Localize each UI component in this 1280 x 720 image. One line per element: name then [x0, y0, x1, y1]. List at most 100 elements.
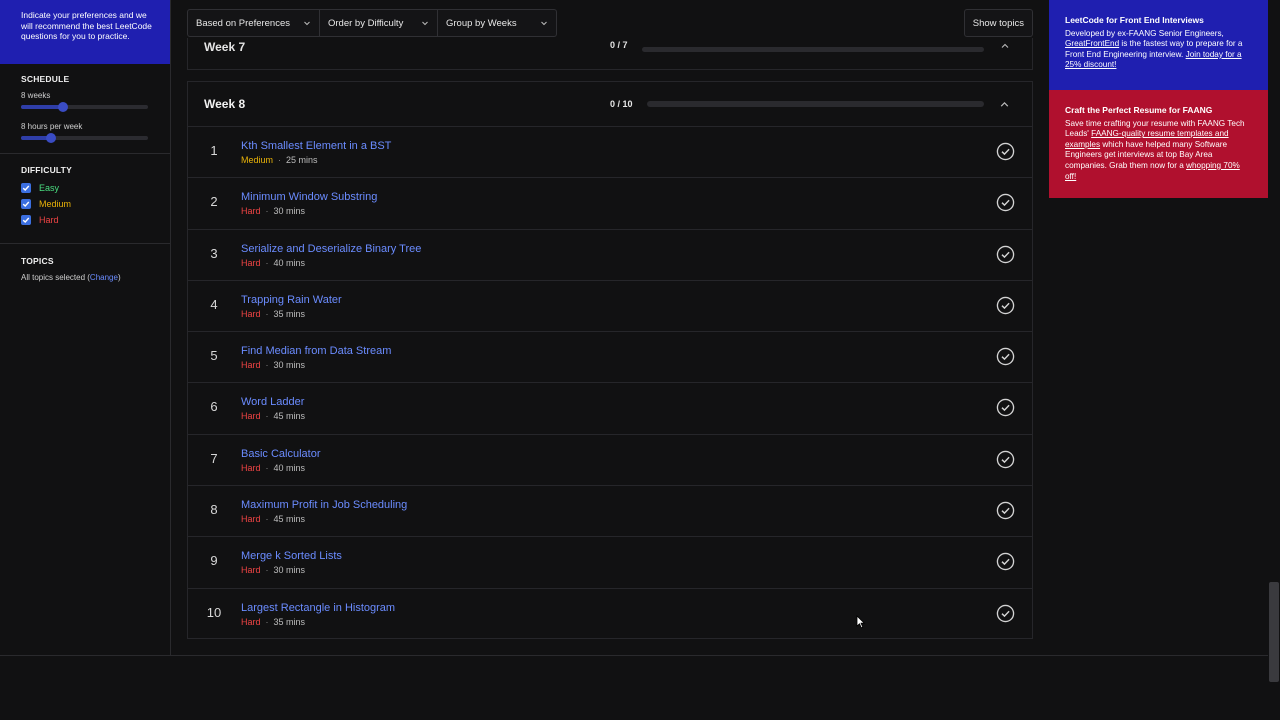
chevron-down-icon — [304, 21, 310, 26]
meta-separator: · — [265, 616, 269, 627]
weeks-label: 8 weeks — [21, 91, 51, 100]
order-select[interactable]: Order by Difficulty — [320, 9, 438, 37]
question-row: 4 Trapping Rain Water Hard · 35 mins — [188, 281, 1032, 333]
preferences-select[interactable]: Based on Preferences — [187, 9, 320, 37]
ad-resume-title: Craft the Perfect Resume for FAANG — [1065, 105, 1213, 115]
question-row: 9 Merge k Sorted Lists Hard · 30 mins — [188, 537, 1032, 589]
duration-label: 30 mins — [273, 206, 306, 217]
question-title-link[interactable]: Basic Calculator — [241, 448, 320, 460]
meta-separator: · — [265, 411, 269, 422]
ads-column: LeetCode for Front End Interviews Develo… — [1049, 0, 1269, 198]
check-circle-icon[interactable] — [996, 193, 1015, 212]
hard-checkbox[interactable] — [21, 214, 31, 225]
question-row: 1 Kth Smallest Element in a BST Medium · 25 … — [188, 127, 1032, 179]
question-list: 1 Kth Smallest Element in a BST Medium · 25 … — [188, 127, 1032, 640]
group-select-label: Group by Weeks — [446, 17, 517, 29]
ad-resume-body: Save time crafting your resume with FAAN… — [1065, 119, 1253, 183]
ad-front-end-body: Developed by ex-FAANG Senior Engineers, … — [1065, 29, 1253, 71]
question-number: 6 — [210, 399, 218, 415]
week-8-count: 0 / 10 — [610, 99, 633, 109]
difficulty-label: Hard — [241, 565, 261, 576]
difficulty-label: Hard — [241, 514, 261, 525]
ad-front-end-title: LeetCode for Front End Interviews — [1065, 15, 1204, 25]
difficulty-easy[interactable]: Easy — [21, 182, 149, 193]
check-circle-icon[interactable] — [996, 142, 1015, 161]
question-title-link[interactable]: Maximum Profit in Job Scheduling — [241, 499, 407, 511]
question-meta: Hard · 40 mins — [241, 258, 305, 268]
check-circle-icon[interactable] — [996, 604, 1015, 623]
check-circle-icon[interactable] — [996, 450, 1015, 469]
duration-label: 25 mins — [286, 155, 318, 165]
chevron-down-icon — [422, 21, 428, 26]
check-circle-icon[interactable] — [996, 245, 1015, 264]
question-number: 1 — [210, 143, 218, 158]
chevron-up-icon[interactable] — [999, 99, 1010, 110]
difficulty-hard[interactable]: Hard — [21, 214, 149, 225]
difficulty-medium[interactable]: Medium — [21, 198, 149, 209]
question-title-link[interactable]: Find Median from Data Stream — [241, 345, 391, 357]
question-title-link[interactable]: Kth Smallest Element in a BST — [241, 140, 391, 152]
question-number: 5 — [210, 348, 218, 364]
group-select[interactable]: Group by Weeks — [438, 9, 557, 37]
hard-label: Hard — [39, 214, 59, 225]
ad-front-end[interactable]: LeetCode for Front End Interviews Develo… — [1049, 0, 1269, 90]
check-circle-icon[interactable] — [996, 552, 1015, 571]
week-7-header[interactable]: Week 7 0 / 7 — [187, 38, 1033, 70]
meta-separator: · — [265, 257, 269, 268]
topics-title: TOPICS — [21, 256, 54, 266]
week-7-count: 0 / 7 — [610, 40, 628, 50]
weeks-slider-thumb[interactable] — [58, 102, 68, 112]
check-circle-icon[interactable] — [996, 296, 1015, 315]
difficulty-label: Hard — [241, 360, 261, 371]
order-select-label: Order by Difficulty — [328, 17, 404, 29]
week-7-title: Week 7 — [204, 39, 246, 54]
duration-label: 45 mins — [273, 514, 306, 525]
question-number: 10 — [206, 604, 222, 620]
question-title-link[interactable]: Merge k Sorted Lists — [241, 550, 342, 562]
easy-checkbox[interactable] — [21, 182, 31, 193]
difficulty-label: Hard — [241, 411, 261, 422]
question-row: 10 Largest Rectangle in Histogram Hard · 35 … — [188, 589, 1032, 640]
question-title-link[interactable]: Minimum Window Substring — [241, 191, 377, 203]
ad-resume[interactable]: Craft the Perfect Resume for FAANG Save … — [1049, 90, 1269, 198]
question-number: 9 — [210, 553, 218, 569]
question-row: 6 Word Ladder Hard · 45 mins — [188, 383, 1032, 435]
week-8-section: Week 8 0 / 10 1 Kth Smallest Element in a… — [187, 81, 1033, 639]
week-8-header[interactable]: Week 8 0 / 10 — [188, 82, 1032, 127]
meta-separator: · — [265, 360, 269, 371]
check-circle-icon[interactable] — [996, 398, 1015, 417]
question-number: 7 — [210, 450, 218, 466]
duration-label: 35 mins — [273, 308, 306, 319]
medium-checkbox[interactable] — [21, 198, 31, 209]
hours-label: 8 hours per week — [21, 122, 83, 131]
question-title-link[interactable]: Word Ladder — [241, 396, 304, 408]
show-topics-button[interactable]: Show topics — [963, 9, 1033, 37]
hours-slider[interactable] — [21, 133, 148, 143]
sidebar: Indicate your preferences and we will re… — [0, 0, 171, 656]
question-number: 2 — [210, 194, 218, 210]
chevron-up-icon[interactable] — [1000, 41, 1010, 51]
footer-divider — [0, 655, 1268, 656]
mouse-cursor-icon — [856, 615, 866, 629]
question-title-link[interactable]: Trapping Rain Water — [241, 294, 342, 306]
topics-text-end: ) — [117, 273, 121, 282]
change-topics-link[interactable]: Change — [90, 273, 118, 282]
greatfrontend-link[interactable]: GreatFrontEnd — [1065, 39, 1119, 48]
question-title-link[interactable]: Largest Rectangle in Histogram — [241, 602, 395, 614]
topics-summary: All topics selected (Change) — [21, 273, 149, 282]
chevron-down-icon — [541, 21, 547, 26]
weeks-slider[interactable] — [21, 102, 148, 112]
meta-separator: · — [265, 462, 269, 473]
week-8-progress — [647, 101, 984, 107]
question-row: 7 Basic Calculator Hard · 40 mins — [188, 435, 1032, 487]
question-meta: Medium · 25 mins — [241, 155, 318, 165]
question-number: 3 — [210, 245, 218, 261]
hours-slider-thumb[interactable] — [46, 133, 56, 143]
check-circle-icon[interactable] — [996, 347, 1015, 366]
check-circle-icon[interactable] — [996, 501, 1015, 520]
toolbar: Based on Preferences Order by Difficulty… — [187, 9, 1033, 37]
question-meta: Hard · 30 mins — [241, 206, 305, 216]
scrollbar-thumb[interactable] — [1269, 582, 1279, 682]
difficulty-label: Medium — [241, 155, 274, 165]
question-title-link[interactable]: Serialize and Deserialize Binary Tree — [241, 243, 421, 255]
